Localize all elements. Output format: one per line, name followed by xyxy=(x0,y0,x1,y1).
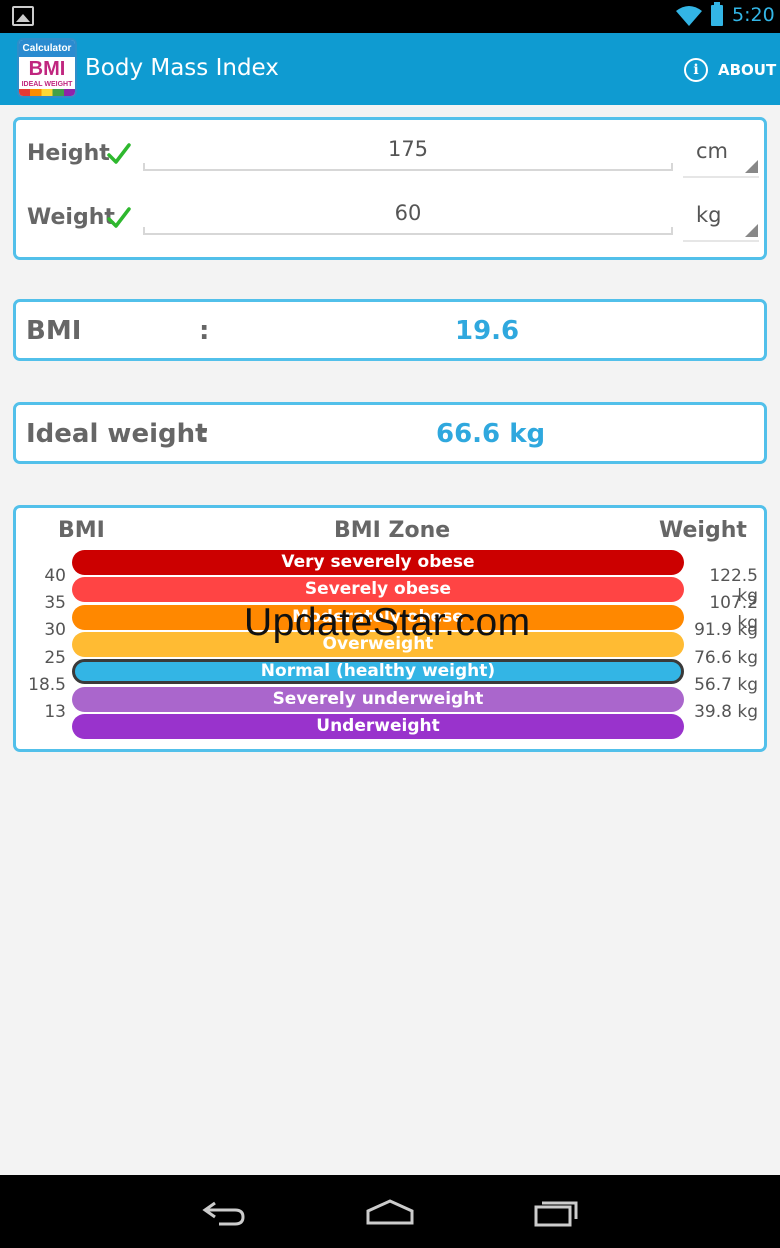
watermark: UpdateStar.com xyxy=(244,601,531,644)
battery-icon xyxy=(711,2,723,26)
status-bar: 5:20 xyxy=(0,0,780,33)
status-time: 5:20 xyxy=(732,4,775,26)
zone-bar-severely-obese: Severely obese xyxy=(72,577,684,602)
home-icon[interactable] xyxy=(360,1193,420,1233)
app-logo-stripe xyxy=(19,89,75,96)
bmi-colon: : xyxy=(199,316,210,346)
bmi-threshold: 35 xyxy=(44,593,66,613)
navigation-bar xyxy=(0,1175,780,1248)
ideal-weight-value: 66.6 kg xyxy=(436,419,546,449)
weight-unit-select[interactable]: kg xyxy=(683,198,759,242)
weight-value: 60 xyxy=(394,201,422,225)
bmi-threshold: 25 xyxy=(44,648,66,668)
app-logo-top: Calculator xyxy=(19,40,75,57)
info-icon: i xyxy=(684,58,708,82)
bmi-label: BMI xyxy=(26,316,82,346)
weight-threshold: 56.7 kg xyxy=(694,675,758,695)
back-icon[interactable] xyxy=(195,1193,255,1233)
bmi-result-card: BMI : 19.6 xyxy=(13,299,767,361)
height-label: Height xyxy=(27,141,110,166)
zone-header-weight: Weight xyxy=(659,518,747,543)
dropdown-arrow-icon xyxy=(745,160,758,173)
bmi-threshold: 18.5 xyxy=(28,675,66,695)
app-logo-mid: BMI xyxy=(28,58,66,80)
recents-icon[interactable] xyxy=(526,1193,586,1233)
zone-header-zone: BMI Zone xyxy=(334,518,451,543)
height-unit-select[interactable]: cm xyxy=(683,134,759,178)
zone-bar-severely-underweight: Severely underweight xyxy=(72,687,684,712)
app-title: Body Mass Index xyxy=(85,55,279,81)
action-bar: Calculator BMI IDEAL WEIGHT Body Mass In… xyxy=(0,33,780,105)
gallery-icon xyxy=(12,6,34,26)
about-button[interactable]: i ABOUT xyxy=(684,55,776,85)
weight-threshold: 39.8 kg xyxy=(694,702,758,722)
ideal-weight-colon: : xyxy=(199,419,210,449)
wifi-icon xyxy=(676,6,702,26)
checkmark-icon xyxy=(107,143,131,164)
bmi-value: 19.6 xyxy=(455,316,520,346)
bmi-threshold: 13 xyxy=(44,702,66,722)
weight-threshold: 91.9 kg xyxy=(694,620,758,640)
height-unit: cm xyxy=(696,139,729,163)
zone-header-bmi: BMI xyxy=(58,518,105,543)
ideal-weight-card: Ideal weight : 66.6 kg xyxy=(13,402,767,464)
weight-input[interactable]: 60 xyxy=(143,201,673,235)
zone-bar-underweight: Underweight xyxy=(72,714,684,739)
zone-bar-normal: Normal (healthy weight) xyxy=(72,659,684,684)
bmi-threshold: 30 xyxy=(44,620,66,640)
checkmark-icon xyxy=(107,207,131,228)
input-card: Height 175 cm Weight 60 kg xyxy=(13,117,767,260)
dropdown-arrow-icon xyxy=(745,224,758,237)
bmi-threshold: 40 xyxy=(44,566,66,586)
zone-bar-very-severely-obese: Very severely obese xyxy=(72,550,684,575)
ideal-weight-label: Ideal weight xyxy=(26,419,208,449)
height-value: 175 xyxy=(387,137,429,161)
height-input[interactable]: 175 xyxy=(143,137,673,171)
weight-label: Weight xyxy=(27,205,115,230)
app-logo-icon: Calculator BMI IDEAL WEIGHT xyxy=(17,38,77,98)
about-label: ABOUT xyxy=(718,61,777,79)
weight-unit: kg xyxy=(696,203,722,227)
weight-threshold: 76.6 kg xyxy=(694,648,758,668)
